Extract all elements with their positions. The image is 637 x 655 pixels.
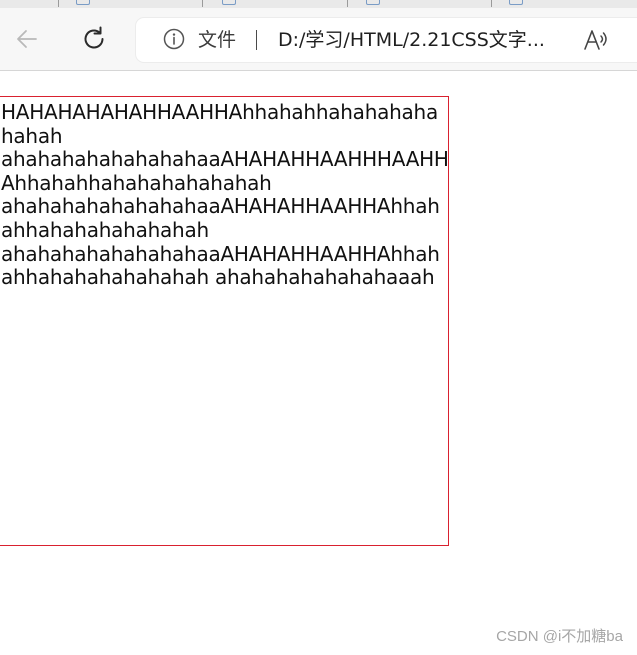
demo-paragraph: HAHAHAHAHAHHAAHHAhhahahhahahahahahahah a…: [1, 100, 449, 290]
page-viewport: HAHAHAHAHAHHAAHHAhhahahhahahahahahahah a…: [0, 71, 637, 655]
tab-strip: [0, 0, 637, 8]
refresh-button[interactable]: [79, 24, 109, 54]
info-icon[interactable]: [163, 28, 185, 50]
arrow-left-icon: [17, 30, 37, 48]
address-separator: [256, 30, 257, 50]
address-scheme-label: 文件: [198, 29, 237, 51]
back-button[interactable]: [12, 24, 42, 54]
page-icon: [222, 0, 236, 5]
tab-divider: [58, 0, 59, 7]
tab-divider: [491, 0, 492, 7]
address-url[interactable]: D:/学习/HTML/2.21CSS文字...: [278, 28, 545, 52]
refresh-icon: [84, 26, 104, 49]
browser-toolbar: 文件 D:/学习/HTML/2.21CSS文字...: [0, 8, 637, 71]
page-icon: [509, 0, 523, 5]
tab-divider: [347, 0, 348, 7]
page-icon: [76, 0, 90, 5]
page-icon: [366, 0, 380, 5]
read-aloud-icon[interactable]: [582, 27, 610, 53]
text-box: HAHAHAHAHAHHAAHHAhhahahhahahahahahahah a…: [0, 96, 449, 546]
watermark: CSDN @i不加糖ba: [496, 628, 623, 645]
address-bar[interactable]: 文件 D:/学习/HTML/2.21CSS文字...: [136, 18, 637, 62]
tab-divider: [202, 0, 203, 7]
